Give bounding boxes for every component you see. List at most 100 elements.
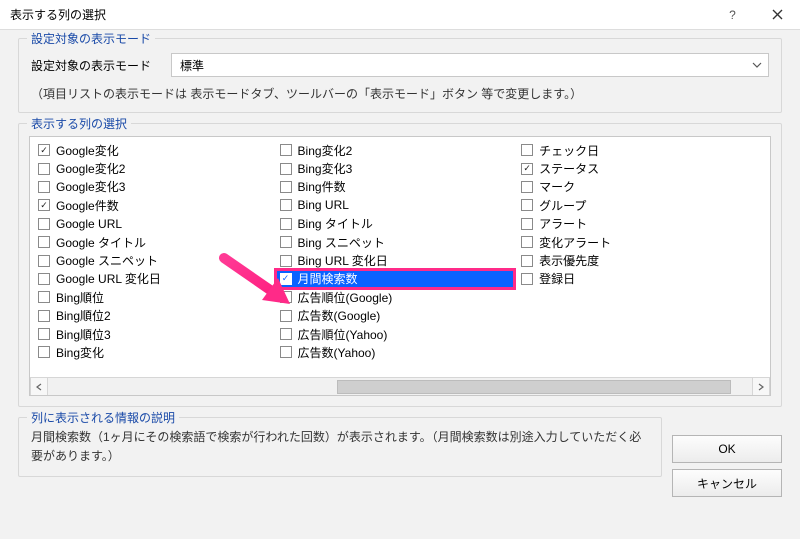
list-item[interactable]: Google変化2: [34, 159, 276, 177]
checkbox-icon[interactable]: [521, 144, 533, 156]
display-mode-combo[interactable]: 標準: [171, 53, 769, 77]
list-item-label: 広告順位(Yahoo): [298, 326, 388, 343]
checkbox-icon[interactable]: [521, 199, 533, 211]
list-item-label: チェック日: [539, 142, 599, 159]
checkbox-icon[interactable]: [38, 346, 50, 358]
checkbox-icon[interactable]: [280, 236, 292, 248]
list-item-label: Bing タイトル: [298, 215, 373, 232]
checkbox-icon[interactable]: [280, 328, 292, 340]
checkbox-icon[interactable]: [280, 144, 292, 156]
display-mode-label: 設定対象の表示モード: [31, 57, 161, 74]
list-item-label: Google変化: [56, 142, 119, 159]
checkbox-icon[interactable]: [521, 255, 533, 267]
checkbox-icon[interactable]: [38, 163, 50, 175]
checkbox-icon[interactable]: ✓: [280, 273, 292, 285]
list-item-label: Bing スニペット: [298, 234, 385, 251]
list-item[interactable]: Bing変化2: [276, 141, 518, 159]
list-item[interactable]: 変化アラート: [517, 233, 759, 251]
list-item[interactable]: Google タイトル: [34, 233, 276, 251]
scrollbar-track[interactable]: [48, 378, 752, 395]
list-item[interactable]: アラート: [517, 215, 759, 233]
list-item[interactable]: Bing変化: [34, 343, 276, 361]
list-item[interactable]: ✓月間検索数: [276, 270, 514, 288]
list-item[interactable]: 登録日: [517, 270, 759, 288]
list-item[interactable]: ✓ステータス: [517, 159, 759, 177]
checkbox-icon[interactable]: [280, 218, 292, 230]
checkbox-icon[interactable]: ✓: [38, 144, 50, 156]
list-item[interactable]: 広告順位(Google): [276, 288, 518, 306]
checkbox-icon[interactable]: [280, 163, 292, 175]
checkbox-icon[interactable]: [280, 181, 292, 193]
ok-button[interactable]: OK: [672, 435, 782, 463]
scrollbar-thumb[interactable]: [337, 380, 731, 394]
list-item-label: Google件数: [56, 197, 119, 214]
checkbox-icon[interactable]: [38, 328, 50, 340]
list-item[interactable]: ✓ Google件数: [34, 196, 276, 214]
checkbox-icon[interactable]: [38, 236, 50, 248]
list-item[interactable]: Bing順位2: [34, 307, 276, 325]
list-item[interactable]: Bing URL 変化日: [276, 251, 518, 269]
list-item[interactable]: Bing タイトル: [276, 215, 518, 233]
list-item[interactable]: Google URL: [34, 215, 276, 233]
column: チェック日✓ステータスマークグループアラート変化アラート表示優先度登録日: [517, 141, 759, 379]
checkbox-icon[interactable]: [38, 273, 50, 285]
list-item-label: Bing URL: [298, 198, 349, 212]
help-icon: ?: [729, 8, 736, 22]
list-item-label: 変化アラート: [539, 234, 611, 251]
list-item[interactable]: Bing順位: [34, 288, 276, 306]
list-item[interactable]: 表示優先度: [517, 251, 759, 269]
horizontal-scrollbar[interactable]: [30, 377, 770, 395]
checkbox-icon[interactable]: [38, 218, 50, 230]
list-item[interactable]: マーク: [517, 178, 759, 196]
scroll-right-arrow-icon[interactable]: [752, 378, 770, 395]
checkbox-icon[interactable]: [38, 181, 50, 193]
list-item[interactable]: Bing URL: [276, 196, 518, 214]
checkbox-icon[interactable]: [280, 310, 292, 322]
list-item[interactable]: 広告数(Google): [276, 307, 518, 325]
checkbox-icon[interactable]: [521, 218, 533, 230]
list-item[interactable]: Bing変化3: [276, 159, 518, 177]
group-display-mode: 設定対象の表示モード 設定対象の表示モード 標準 （項目リストの表示モードは 表…: [18, 38, 782, 113]
dialog-body: 設定対象の表示モード 設定対象の表示モード 標準 （項目リストの表示モードは 表…: [0, 30, 800, 539]
chevron-down-icon: [752, 59, 762, 73]
checkbox-icon[interactable]: [521, 273, 533, 285]
ok-button-label: OK: [718, 442, 735, 456]
help-button[interactable]: ?: [710, 0, 755, 30]
list-item[interactable]: 広告数(Yahoo): [276, 343, 518, 361]
checkbox-icon[interactable]: [280, 199, 292, 211]
checkbox-icon[interactable]: ✓: [38, 199, 50, 211]
list-item-label: マーク: [539, 178, 575, 195]
list-item-label: Bing順位2: [56, 307, 111, 324]
list-item[interactable]: Google スニペット: [34, 251, 276, 269]
list-item[interactable]: チェック日: [517, 141, 759, 159]
list-item[interactable]: Bing順位3: [34, 325, 276, 343]
checkbox-icon[interactable]: [280, 291, 292, 303]
scroll-left-arrow-icon[interactable]: [30, 378, 48, 395]
list-item[interactable]: ✓ Google変化: [34, 141, 276, 159]
list-item-label: 登録日: [539, 270, 575, 287]
cancel-button-label: キャンセル: [697, 475, 757, 492]
list-item-label: Bing順位3: [56, 326, 111, 343]
list-item[interactable]: Bing件数: [276, 178, 518, 196]
cancel-button[interactable]: キャンセル: [672, 469, 782, 497]
list-item[interactable]: 広告順位(Yahoo): [276, 325, 518, 343]
group-description: 列に表示される情報の説明 月間検索数（1ヶ月にその検索語で検索が行われた回数）が…: [18, 417, 662, 477]
display-mode-value: 標準: [180, 57, 204, 74]
list-item[interactable]: Bing スニペット: [276, 233, 518, 251]
checkbox-icon[interactable]: [280, 255, 292, 267]
checkbox-icon[interactable]: [38, 255, 50, 267]
list-item[interactable]: Google URL 変化日: [34, 270, 276, 288]
checkbox-icon[interactable]: [38, 291, 50, 303]
checkbox-icon[interactable]: ✓: [521, 163, 533, 175]
list-item[interactable]: グループ: [517, 196, 759, 214]
group-display-mode-legend: 設定対象の表示モード: [27, 30, 155, 47]
checkbox-icon[interactable]: [521, 181, 533, 193]
checkbox-icon[interactable]: [280, 346, 292, 358]
group-columns-legend: 表示する列の選択: [27, 115, 131, 132]
close-button[interactable]: [755, 0, 800, 30]
close-icon: [772, 9, 783, 20]
list-item[interactable]: Google変化3: [34, 178, 276, 196]
checkbox-icon[interactable]: [521, 236, 533, 248]
checkbox-icon[interactable]: [38, 310, 50, 322]
list-item-label: Bing変化2: [298, 142, 353, 159]
